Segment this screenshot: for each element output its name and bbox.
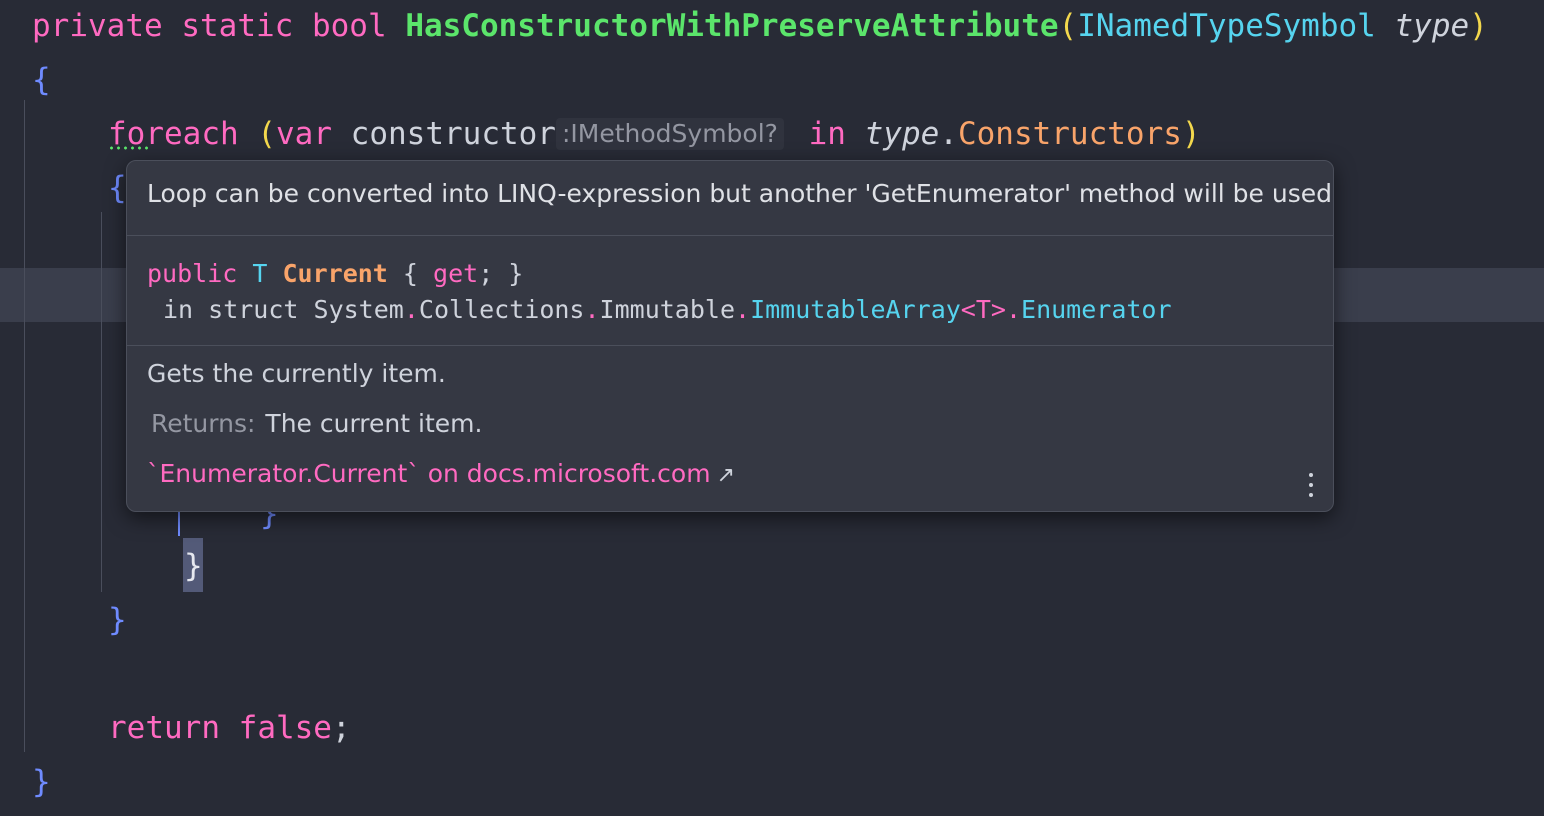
sig-namespace-immutable: Immutable <box>599 295 736 324</box>
param-type[interactable]: INamedTypeSymbol <box>1077 8 1376 44</box>
doc-link-text[interactable]: `Enumerator.Current` on docs.microsoft.c… <box>147 459 711 488</box>
more-vertical-icon[interactable] <box>1307 473 1315 503</box>
keyword-private: private <box>32 8 163 44</box>
signature-declaration: public T Current { get; } <box>147 259 523 288</box>
member-dot: . <box>939 116 958 152</box>
sig-close: ; } <box>478 259 524 288</box>
sig-namespace-collections: Collections <box>418 295 585 324</box>
sig-dot-2: . <box>584 295 600 324</box>
sig-in-struct: in struct <box>163 295 299 324</box>
constructors-property[interactable]: Constructors <box>958 116 1182 152</box>
foreach-close-brace[interactable]: } <box>108 600 127 640</box>
loop-variable[interactable]: constructor <box>351 116 556 152</box>
type-inlay-hint[interactable]: :IMethodSymbol? <box>555 118 784 150</box>
sig-dot-4: . <box>1005 295 1022 324</box>
foreach-open-paren: ( <box>257 116 276 152</box>
keyword-static: static <box>181 8 294 44</box>
doc-returns: Returns: The current item. <box>151 409 482 438</box>
sig-property-name: Current <box>282 259 388 288</box>
external-link-icon[interactable]: ↗ <box>717 463 735 488</box>
text-caret <box>178 512 180 536</box>
returns-value: The current item. <box>265 409 483 438</box>
method-close-brace[interactable]: } <box>32 762 51 802</box>
sig-dot-1: . <box>403 295 419 324</box>
sig-generic: <T> <box>960 295 1006 324</box>
sig-keyword-get: get <box>433 259 479 288</box>
method-open-brace[interactable]: { <box>32 60 51 100</box>
indent-guide-method <box>24 100 25 752</box>
code-line-return[interactable]: return false; <box>108 708 351 748</box>
foreach-close-paren: ) <box>1181 116 1201 152</box>
loop-open-brace[interactable]: { <box>108 168 127 208</box>
external-doc-link[interactable]: `Enumerator.Current` on docs.microsoft.c… <box>147 459 735 488</box>
signature-containing-type: in struct System.Collections.Immutable.I… <box>163 295 1172 324</box>
sig-namespace-system: System <box>313 295 404 324</box>
keyword-bool: bool <box>311 8 387 44</box>
keyword-return: return <box>108 710 220 746</box>
code-line-signature[interactable]: private static bool HasConstructorWithPr… <box>32 6 1488 46</box>
doc-description: Gets the currently item. <box>147 359 446 388</box>
collection-object[interactable]: type <box>865 116 940 152</box>
returns-label: Returns: <box>151 409 256 438</box>
keyword-in: in <box>808 116 846 152</box>
quick-documentation-popup[interactable]: Loop can be converted into LINQ-expressi… <box>126 160 1334 512</box>
inspection-message: Loop can be converted into LINQ-expressi… <box>147 179 1332 208</box>
sig-type-param: T <box>252 259 268 288</box>
sig-nested-type: Enumerator <box>1021 295 1172 324</box>
method-name[interactable]: HasConstructorWithPreserveAttribute <box>405 8 1058 44</box>
semicolon: ; <box>331 710 351 746</box>
sig-dot-3: . <box>735 295 751 324</box>
open-paren: ( <box>1058 8 1078 44</box>
sig-type-name: ImmutableArray <box>750 295 961 324</box>
code-line-foreach[interactable]: foreach (var constructor:IMethodSymbol? … <box>108 114 1201 154</box>
close-paren: ) <box>1469 8 1488 44</box>
loop-close-brace[interactable]: } <box>184 546 203 586</box>
keyword-var: var <box>276 116 332 152</box>
sig-open-brace: { <box>402 259 418 288</box>
literal-false: false <box>238 710 332 746</box>
param-name[interactable]: type <box>1395 8 1470 44</box>
sig-keyword-public: public <box>147 259 238 288</box>
popup-separator-bottom <box>127 345 1333 346</box>
inspection-squiggle[interactable] <box>108 146 150 150</box>
indent-guide-loop <box>101 212 102 592</box>
popup-separator-top <box>127 235 1333 236</box>
